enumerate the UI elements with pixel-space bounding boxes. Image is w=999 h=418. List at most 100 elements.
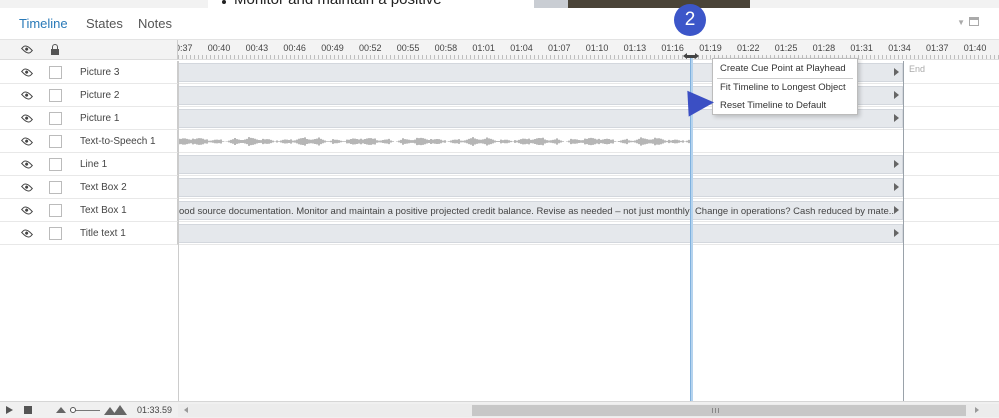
panel-options-icon[interactable]: ▼ — [957, 18, 965, 27]
end-label: End — [909, 64, 926, 74]
lock-checkbox[interactable] — [49, 135, 62, 148]
slide-image-small — [534, 0, 568, 8]
visibility-eye-icon[interactable] — [20, 89, 34, 102]
layer-name: Text-to-Speech 1 — [80, 136, 156, 147]
stop-icon[interactable] — [24, 406, 32, 414]
slide-text-area: Monitor and maintain a positive — [208, 0, 534, 8]
ruler-tick-label: 01:31 — [850, 43, 873, 53]
ruler-tick-label: 00:46 — [283, 43, 306, 53]
menu-separator — [717, 78, 853, 79]
layer-row[interactable]: Text Box 1 — [0, 199, 178, 222]
restore-window-icon[interactable] — [969, 17, 979, 26]
lock-checkbox[interactable] — [49, 89, 62, 102]
layer-row[interactable]: Picture 1 — [0, 107, 178, 130]
scrollbar-thumb[interactable] — [472, 405, 966, 416]
tab-notes[interactable]: Notes — [138, 16, 172, 31]
ruler-tick-label: 00:37 — [178, 43, 193, 53]
tab-states[interactable]: States — [86, 16, 123, 31]
layer-header — [0, 40, 178, 60]
zoom-slider-knob[interactable] — [70, 407, 76, 413]
expand-arrow-icon[interactable] — [894, 183, 899, 191]
menu-item-reset-timeline[interactable]: Reset Timeline to Default — [720, 100, 826, 111]
expand-arrow-icon[interactable] — [894, 160, 899, 168]
ruler-tick-label: 01:34 — [888, 43, 911, 53]
layer-row[interactable]: Text Box 2 — [0, 176, 178, 199]
tab-bar: Timeline States Notes ▼ — [0, 8, 999, 40]
ruler-tick-label: 01:19 — [699, 43, 722, 53]
lock-checkbox[interactable] — [49, 181, 62, 194]
expand-arrow-icon[interactable] — [894, 68, 899, 76]
ruler-tick-label: 00:43 — [245, 43, 269, 53]
timeline-ruler[interactable]: 00:37 00:40 00:43 00:46 00:49 00:52 00:55 00:58… — [178, 40, 999, 60]
visibility-eye-icon[interactable] — [20, 181, 34, 194]
visibility-eye-icon[interactable] — [20, 112, 34, 125]
ruler-tick-label: 01:07 — [548, 43, 571, 53]
timeline-context-menu: Create Cue Point at Playhead Fit Timelin… — [712, 58, 858, 115]
layer-row[interactable]: Text-to-Speech 1 — [0, 130, 178, 153]
lock-checkbox[interactable] — [49, 66, 62, 79]
timeline-track: ood source documentation. Monitor and ma… — [179, 199, 999, 222]
ruler-tick-label: 00:40 — [207, 43, 231, 53]
expand-arrow-icon[interactable] — [894, 206, 899, 214]
layer-row[interactable]: Picture 2 — [0, 84, 178, 107]
lock-checkbox[interactable] — [49, 204, 62, 217]
object-duration-bar[interactable] — [179, 178, 903, 197]
timeline-end-line — [903, 61, 904, 401]
lock-checkbox[interactable] — [49, 112, 62, 125]
layer-name: Text Box 2 — [80, 182, 127, 193]
lock-all-icon[interactable] — [51, 44, 59, 55]
visibility-eye-icon[interactable] — [20, 135, 34, 148]
ruler-tick-label: 01:16 — [661, 43, 684, 53]
ruler-tick-label: 00:49 — [321, 43, 344, 53]
timeline-track — [179, 130, 999, 153]
visibility-eye-icon[interactable] — [20, 227, 34, 240]
ruler-tick-label: 00:52 — [359, 43, 382, 53]
menu-item-fit-timeline[interactable]: Fit Timeline to Longest Object — [720, 82, 846, 93]
ruler-tick-label: 01:28 — [812, 43, 836, 53]
visibility-eye-icon[interactable] — [20, 204, 34, 217]
playhead-handle-arrow-icon — [695, 53, 699, 59]
layer-name: Picture 1 — [80, 113, 120, 124]
object-duration-bar[interactable] — [179, 224, 903, 243]
slide-image — [568, 0, 750, 8]
timeline-track — [179, 61, 999, 84]
zoom-in-icon[interactable] — [104, 405, 127, 415]
timeline-track — [179, 107, 999, 130]
status-bar: 01:33.59 — [0, 401, 999, 418]
show-all-eye-icon[interactable] — [20, 43, 34, 56]
audio-waveform[interactable] — [179, 137, 691, 146]
tab-timeline[interactable]: Timeline — [19, 16, 68, 31]
layer-row[interactable]: Line 1 — [0, 153, 178, 176]
ruler-tick-label: 00:55 — [396, 43, 420, 53]
expand-arrow-icon[interactable] — [894, 114, 899, 122]
ruler-tick-label: 01:13 — [623, 43, 647, 53]
horizontal-scrollbar[interactable] — [178, 404, 999, 417]
layer-name: Picture 2 — [80, 90, 120, 101]
waveform-path — [179, 137, 690, 146]
scroll-right-icon[interactable] — [975, 407, 979, 413]
layer-name: Text Box 1 — [80, 205, 127, 216]
timeline-track-area[interactable]: ood source documentation. Monitor and ma… — [178, 61, 999, 401]
slide-preview-strip: Monitor and maintain a positive — [0, 0, 999, 8]
lock-checkbox[interactable] — [49, 158, 62, 171]
timeline-track — [179, 153, 999, 176]
visibility-eye-icon[interactable] — [20, 158, 34, 171]
play-icon[interactable] — [6, 406, 13, 414]
ruler-tick-label: 01:10 — [585, 43, 609, 53]
lock-checkbox[interactable] — [49, 227, 62, 240]
slide-text: Monitor and maintain a positive — [234, 0, 442, 8]
menu-item-create-cue-point[interactable]: Create Cue Point at Playhead — [720, 63, 846, 74]
step-number-badge: 2 — [674, 4, 706, 36]
scroll-left-icon[interactable] — [184, 407, 188, 413]
object-duration-bar[interactable] — [179, 155, 903, 174]
zoom-out-icon[interactable] — [56, 407, 66, 413]
ruler-tick-label: 01:37 — [926, 43, 949, 53]
ruler-tick-label: 01:25 — [774, 43, 798, 53]
layer-row[interactable]: Picture 3 — [0, 61, 178, 84]
visibility-eye-icon[interactable] — [20, 66, 34, 79]
object-duration-bar[interactable]: ood source documentation. Monitor and ma… — [179, 201, 903, 220]
expand-arrow-icon[interactable] — [894, 91, 899, 99]
expand-arrow-icon[interactable] — [894, 229, 899, 237]
timeline-track — [179, 84, 999, 107]
layer-row[interactable]: Title text 1 — [0, 222, 178, 245]
